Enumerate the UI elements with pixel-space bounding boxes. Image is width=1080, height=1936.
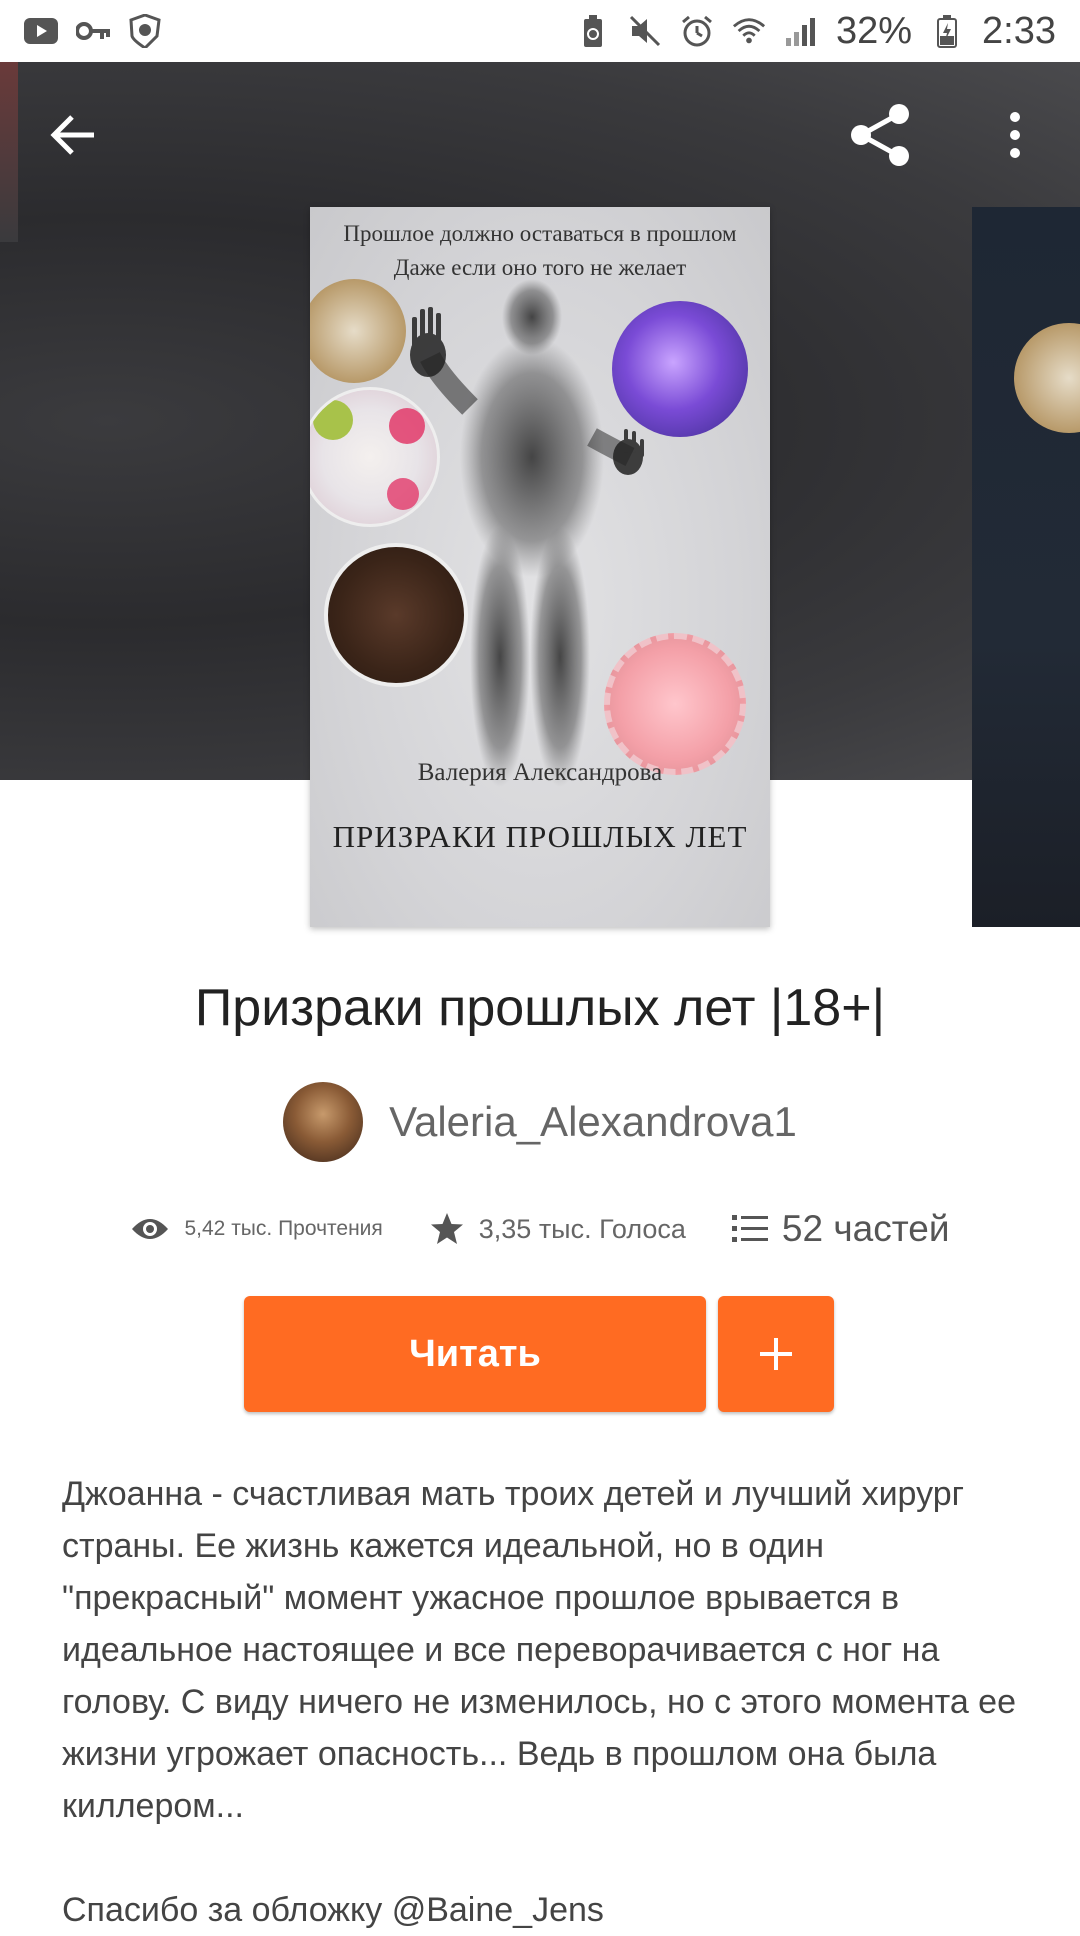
share-icon — [851, 104, 909, 166]
key-icon — [76, 14, 110, 48]
youtube-icon — [24, 14, 58, 48]
more-vertical-icon — [1010, 112, 1020, 158]
stat-parts[interactable]: 52 частей — [731, 1208, 950, 1250]
author-avatar[interactable] — [283, 1082, 364, 1162]
status-right-icons: 32% 2:33 — [576, 10, 1056, 53]
author-name[interactable]: Valeria_Alexandrova1 — [389, 1098, 797, 1146]
book-title: Призраки прошлых лет |18+| — [194, 979, 886, 1037]
stat-reads: 5,42 тыс. Прочтения — [130, 1215, 383, 1243]
clock: 2:33 — [982, 9, 1056, 52]
battery-saver-icon — [576, 14, 610, 48]
arrow-left-icon — [50, 115, 94, 155]
more-options-button[interactable] — [990, 100, 1040, 170]
cover-badge-wattpad — [612, 301, 748, 437]
book-cover[interactable]: Прошлое должно оставаться в прошлом Даже… — [310, 207, 770, 927]
stat-votes: 3,35 тыс. Голоса — [429, 1211, 686, 1247]
list-icon — [731, 1215, 768, 1242]
cover-author: Валерия Александрова — [417, 759, 663, 786]
status-left-icons — [24, 14, 162, 48]
parts-count[interactable]: 52 частей — [782, 1208, 950, 1250]
next-cover-badge — [1014, 323, 1080, 433]
alarm-icon — [680, 14, 714, 48]
next-book-cover[interactable] — [972, 207, 1080, 927]
reads-count: 5,42 тыс. Прочтения — [184, 1217, 383, 1240]
add-to-library-button[interactable] — [718, 1296, 834, 1412]
cover-badge-pink — [604, 633, 746, 775]
description-thanks: Спасибо за обложку @Baine_Jens — [62, 1891, 604, 1929]
action-buttons: Читать — [244, 1296, 834, 1412]
author-row[interactable]: Valeria_Alexandrova1 — [0, 1082, 1080, 1162]
share-button[interactable] — [840, 100, 920, 170]
votes-count: 3,35 тыс. Голоса — [478, 1213, 686, 1244]
cover-badge-books — [324, 543, 468, 687]
back-button[interactable] — [38, 100, 108, 170]
plus-icon — [760, 1338, 792, 1370]
book-description: Джоанна - счастливая мать троих детей и … — [62, 1468, 1022, 1936]
battery-icon — [930, 14, 964, 48]
battery-percent: 32% — [835, 9, 913, 52]
shield-icon — [128, 14, 162, 48]
status-bar: 32% 2:33 — [0, 0, 1080, 62]
star-icon — [430, 1213, 463, 1244]
book-stats: 5,42 тыс. Прочтения 3,35 тыс. Голоса 52 … — [0, 1208, 1080, 1250]
cover-title: ПРИЗРАКИ ПРОШЛЫХ ЛЕТ — [332, 819, 748, 854]
wifi-icon — [732, 14, 766, 48]
signal-icon — [784, 14, 818, 48]
eye-icon — [132, 1219, 169, 1239]
mute-icon — [628, 14, 662, 48]
description-text: Джоанна - счастливая мать троих детей и … — [62, 1475, 1016, 1825]
read-button[interactable]: Читать — [244, 1296, 706, 1412]
